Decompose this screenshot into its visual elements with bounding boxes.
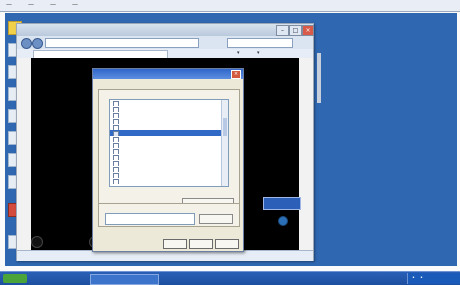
scroll-thumb[interactable] bbox=[223, 118, 227, 136]
minimize-icon[interactable]: – bbox=[276, 25, 289, 36]
remote-desktop-frame: — — — — – □ × ▾ ▾ × • • bbox=[0, 0, 460, 285]
reset-group bbox=[98, 203, 240, 227]
cancel-button[interactable] bbox=[189, 239, 213, 249]
page-menu[interactable]: ▾ bbox=[237, 50, 240, 56]
browser-titlebar: – □ × bbox=[17, 24, 314, 36]
taskbar: • • bbox=[0, 271, 460, 285]
media-icon[interactable] bbox=[31, 236, 43, 248]
address-bar[interactable] bbox=[45, 38, 199, 48]
host-menu-item[interactable]: — bbox=[50, 1, 56, 8]
globe-icon[interactable] bbox=[278, 216, 288, 226]
reset-description bbox=[105, 213, 195, 225]
tray-icon[interactable]: • bbox=[420, 275, 423, 281]
settings-list[interactable] bbox=[109, 99, 229, 187]
host-menubar: — — — — bbox=[0, 0, 460, 12]
checkbox-icon[interactable] bbox=[113, 179, 119, 184]
taskbar-item-browser[interactable] bbox=[90, 274, 159, 285]
host-menu-item[interactable]: — bbox=[28, 1, 34, 8]
right-margin bbox=[299, 58, 313, 254]
search-input[interactable] bbox=[227, 38, 293, 48]
dialog-titlebar: × bbox=[93, 69, 243, 79]
settings-item[interactable] bbox=[110, 178, 228, 184]
overlay-button[interactable] bbox=[263, 197, 301, 210]
list-scrollbar[interactable] bbox=[221, 100, 228, 186]
close-icon[interactable]: × bbox=[231, 70, 241, 79]
close-icon[interactable]: × bbox=[302, 25, 314, 36]
dialog-tabs bbox=[97, 81, 239, 88]
host-menu-item[interactable]: — bbox=[6, 1, 12, 8]
address-row bbox=[17, 36, 313, 49]
start-button[interactable] bbox=[3, 274, 27, 283]
forward-icon[interactable] bbox=[32, 38, 43, 49]
back-icon[interactable] bbox=[21, 38, 32, 49]
ok-button[interactable] bbox=[163, 239, 187, 249]
system-tray: • • bbox=[407, 273, 460, 284]
side-gadget bbox=[317, 53, 321, 103]
apply-button[interactable] bbox=[215, 239, 239, 249]
internet-options-dialog: × bbox=[92, 68, 244, 252]
maximize-icon[interactable]: □ bbox=[289, 25, 302, 36]
reset-button[interactable] bbox=[199, 214, 233, 224]
tray-icon[interactable]: • bbox=[412, 275, 415, 281]
left-margin bbox=[17, 58, 31, 254]
host-menu-item[interactable]: — bbox=[72, 1, 78, 8]
tools-menu[interactable]: ▾ bbox=[257, 50, 260, 56]
